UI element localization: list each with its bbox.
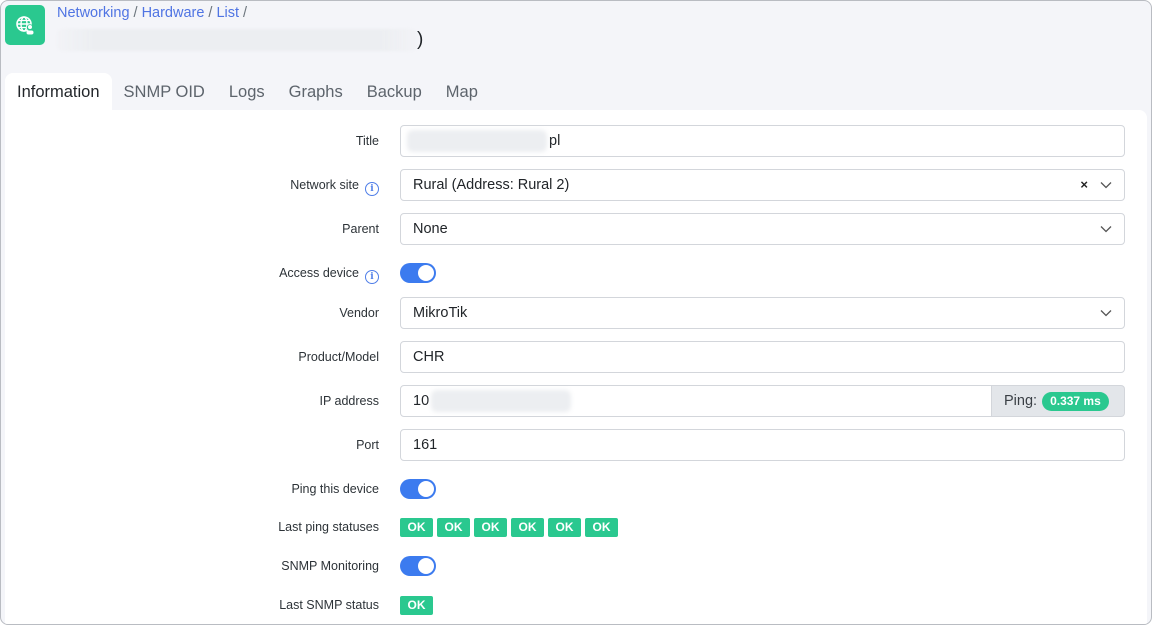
snmp-monitoring-label: SNMP Monitoring: [281, 559, 379, 573]
page-header: Networking / Hardware / List / ): [5, 5, 1147, 53]
last-ping-statuses-label: Last ping statuses: [278, 520, 379, 534]
form-row-last-ping-statuses: Last ping statuses OK OK OK OK OK OK: [5, 511, 1147, 543]
port-input[interactable]: 161: [400, 429, 1125, 461]
chevron-down-icon[interactable]: [1100, 179, 1112, 191]
vendor-label: Vendor: [339, 306, 379, 320]
tab-map[interactable]: Map: [434, 73, 490, 110]
ping-status-badge: OK: [548, 518, 581, 537]
ping-this-device-toggle[interactable]: [400, 479, 436, 499]
clear-icon[interactable]: ×: [1080, 170, 1088, 200]
vendor-select[interactable]: MikroTik: [400, 297, 1125, 329]
breadcrumb-separator: /: [208, 5, 213, 21]
ping-status-badge: OK: [474, 518, 507, 537]
ping-status-list: OK OK OK OK OK OK: [400, 518, 1125, 537]
ping-addon: Ping: 0.337 ms: [992, 385, 1125, 417]
tab-information[interactable]: Information: [5, 73, 112, 110]
information-panel: Title pl Network site i Rural (Address: R…: [5, 110, 1147, 624]
redacted-value: [407, 130, 547, 152]
form-row-snmp-monitoring: SNMP Monitoring: [5, 550, 1147, 582]
ping-status-badge: OK: [437, 518, 470, 537]
last-snmp-status-label: Last SNMP status: [279, 598, 379, 612]
parent-select[interactable]: None: [400, 213, 1125, 245]
ping-status-badge: OK: [400, 518, 433, 537]
info-icon[interactable]: i: [365, 182, 379, 196]
ping-label: Ping:: [1004, 393, 1038, 409]
form-row-ip-address: IP address 10 Ping: 0.337 ms: [5, 385, 1147, 417]
form-row-parent: Parent None: [5, 213, 1147, 245]
tab-bar: Information SNMP OID Logs Graphs Backup …: [5, 73, 490, 110]
breadcrumb-hardware[interactable]: Hardware: [142, 5, 205, 21]
info-icon[interactable]: i: [365, 270, 379, 284]
tab-backup[interactable]: Backup: [355, 73, 434, 110]
breadcrumb-separator: /: [243, 5, 248, 21]
access-device-label: Access device i: [79, 257, 379, 289]
tab-graphs[interactable]: Graphs: [277, 73, 355, 110]
tab-logs[interactable]: Logs: [217, 73, 277, 110]
breadcrumb-list[interactable]: List: [216, 5, 239, 21]
ping-status-badge: OK: [585, 518, 618, 537]
title-label: Title: [355, 134, 379, 148]
ping-status-badge: OK: [511, 518, 544, 537]
form-row-network-site: Network site i Rural (Address: Rural 2) ×: [5, 169, 1147, 201]
redacted-value: [431, 390, 571, 412]
form-row-port: Port 161: [5, 429, 1147, 461]
form-row-last-snmp-status: Last SNMP status OK: [5, 589, 1147, 621]
ping-time-badge: 0.337 ms: [1042, 391, 1109, 411]
breadcrumb-networking[interactable]: Networking: [57, 5, 130, 21]
form-row-title: Title pl: [5, 125, 1147, 157]
network-site-select[interactable]: Rural (Address: Rural 2) ×: [400, 169, 1125, 201]
product-model-label: Product/Model: [298, 350, 379, 364]
form-row-ping-this-device: Ping this device: [5, 473, 1147, 505]
parent-label: Parent: [342, 222, 379, 236]
snmp-status-badge: OK: [400, 596, 433, 615]
port-label: Port: [356, 438, 379, 452]
form-row-vendor: Vendor MikroTik: [5, 297, 1147, 329]
tab-snmp-oid[interactable]: SNMP OID: [112, 73, 217, 110]
redacted-title: [57, 28, 417, 51]
network-site-label: Network site i: [79, 169, 379, 201]
breadcrumb: Networking / Hardware / List /: [57, 5, 251, 21]
page-title: ): [57, 27, 423, 53]
form-row-access-device: Access device i: [5, 257, 1147, 289]
ip-address-label: IP address: [319, 394, 379, 408]
title-input[interactable]: pl: [400, 125, 1125, 157]
product-model-input[interactable]: CHR: [400, 341, 1125, 373]
app-window: Networking / Hardware / List / ) Information …: [0, 0, 1152, 625]
globe-user-icon: [5, 5, 45, 45]
snmp-monitoring-toggle[interactable]: [400, 556, 436, 576]
page-title-suffix: ): [417, 29, 424, 50]
form-row-product-model: Product/Model CHR: [5, 341, 1147, 373]
ping-this-device-label: Ping this device: [291, 482, 379, 496]
chevron-down-icon[interactable]: [1100, 307, 1112, 319]
breadcrumb-separator: /: [133, 5, 138, 21]
ip-address-input[interactable]: 10: [400, 385, 992, 417]
chevron-down-icon[interactable]: [1100, 223, 1112, 235]
access-device-toggle[interactable]: [400, 263, 436, 283]
